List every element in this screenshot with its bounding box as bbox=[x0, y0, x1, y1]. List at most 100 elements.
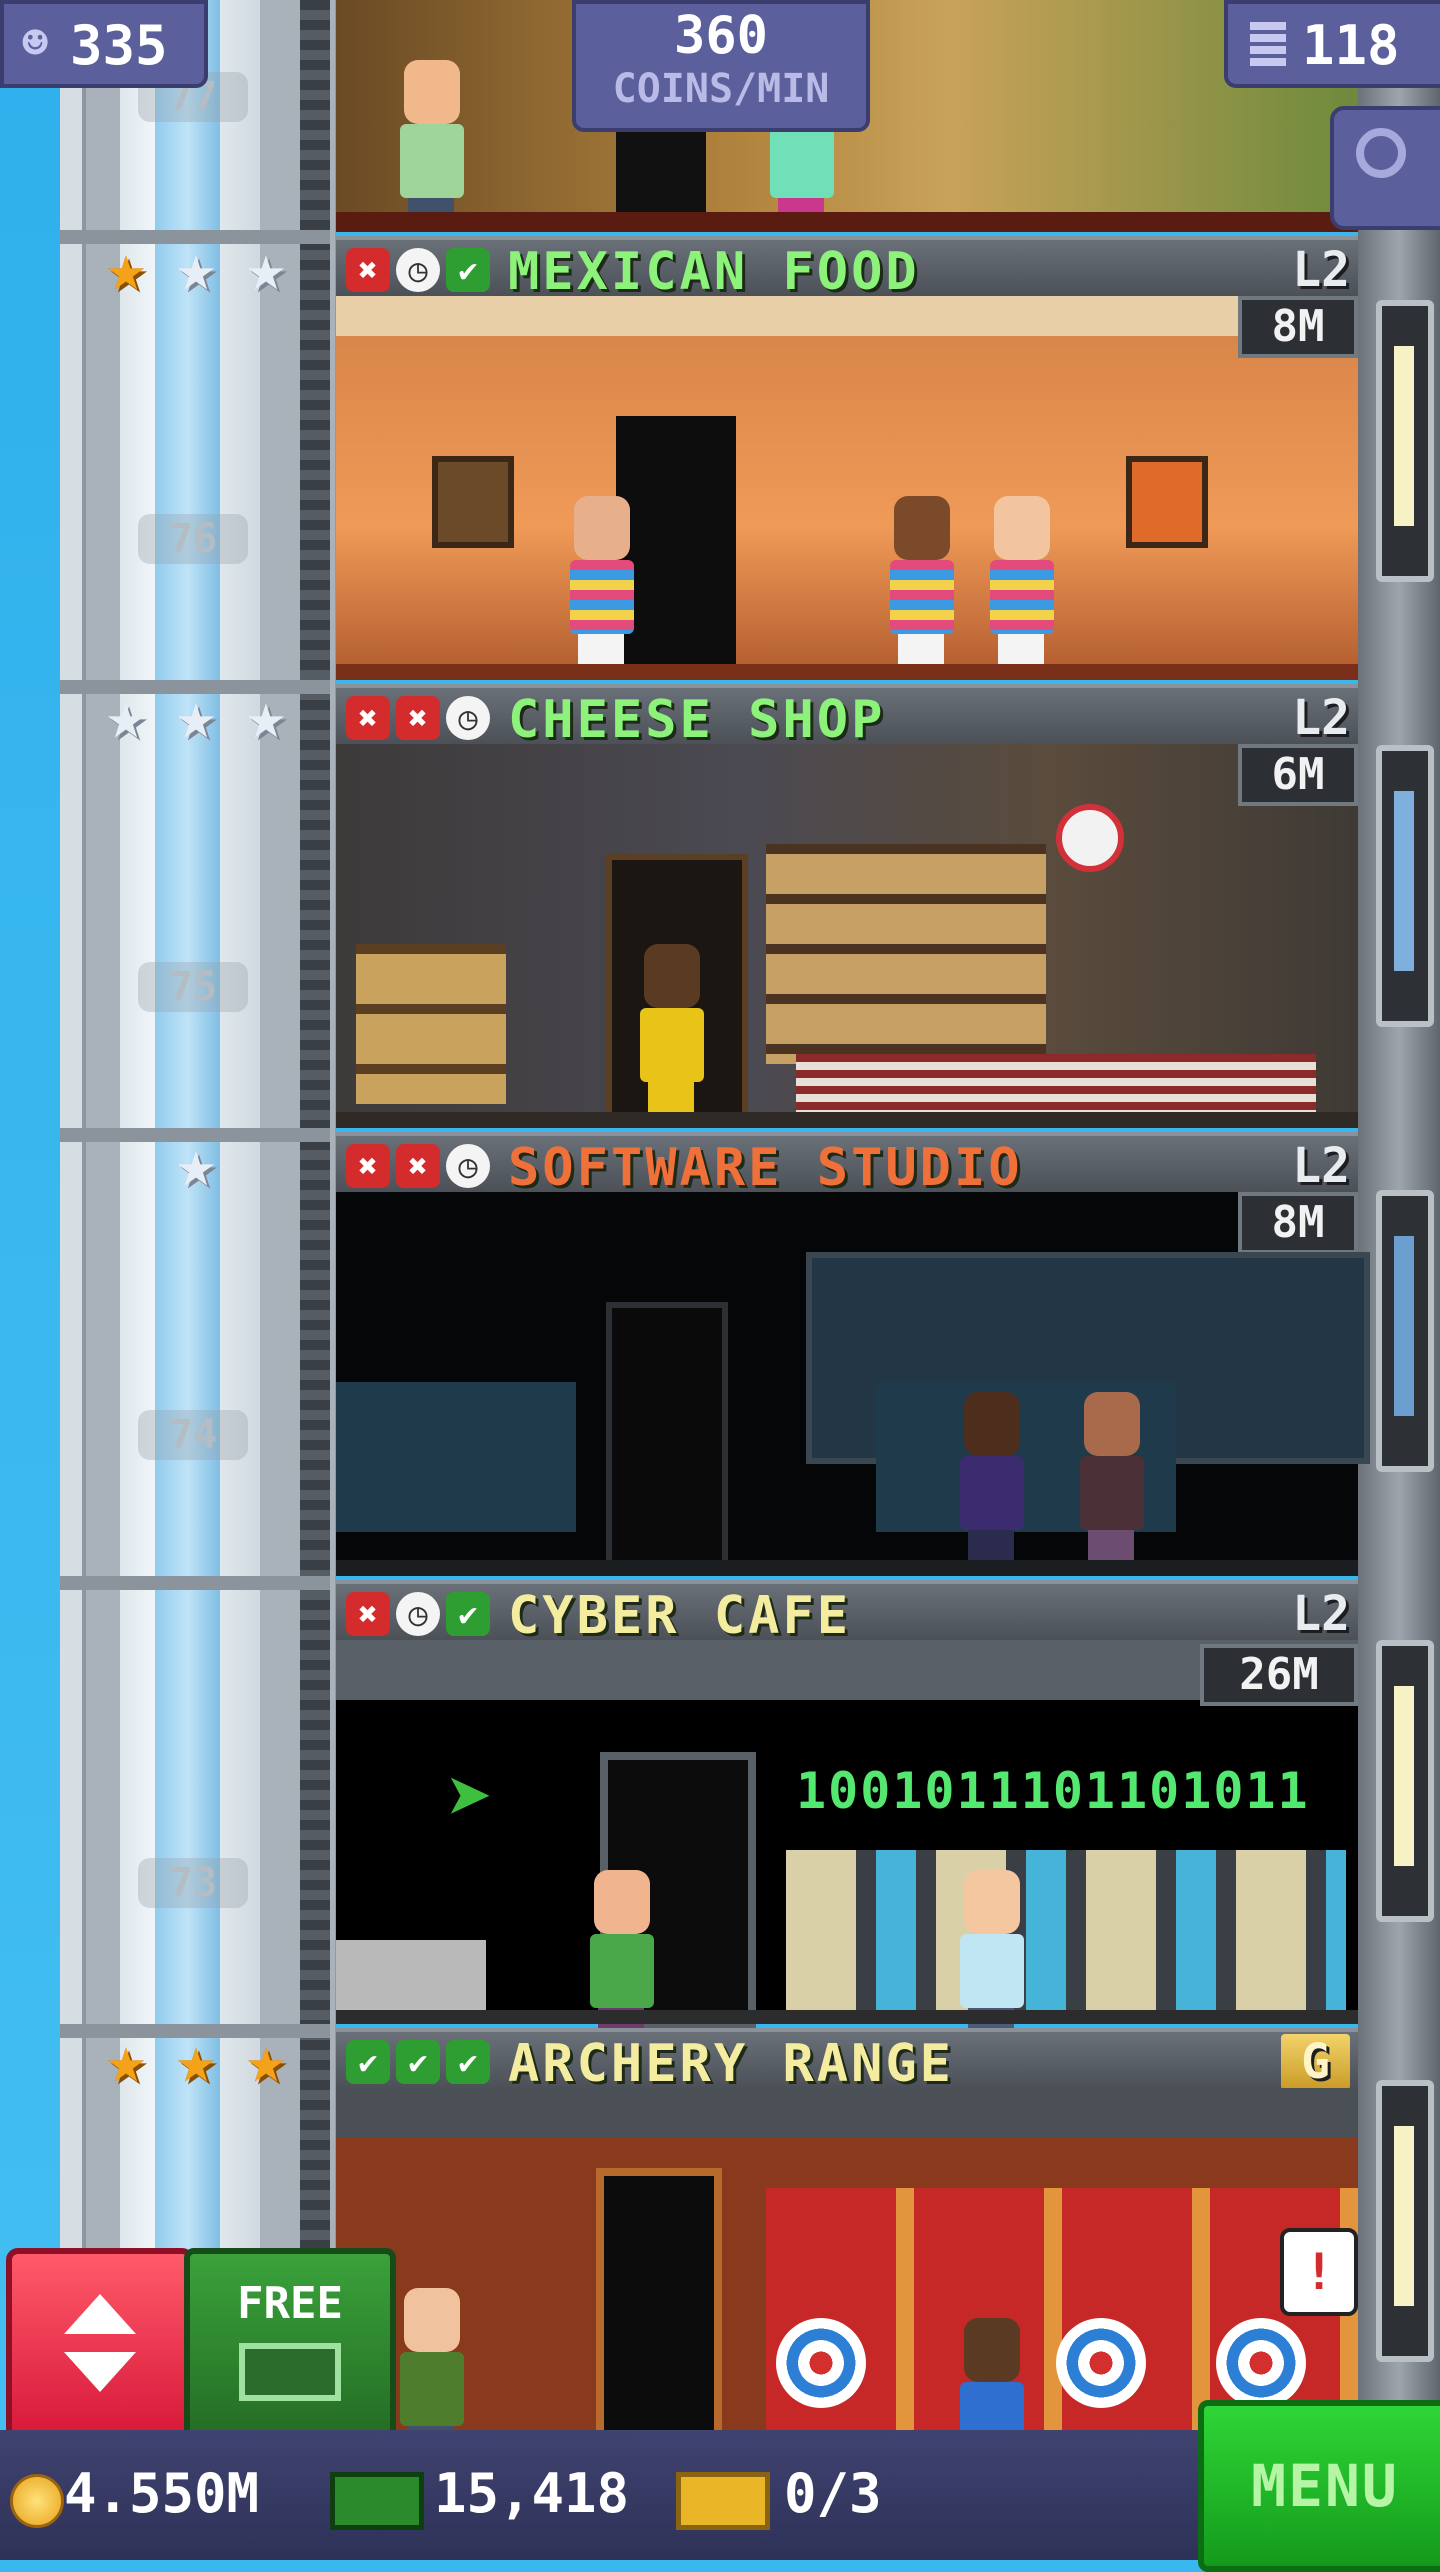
clock-icon: ◷ bbox=[396, 1592, 440, 1636]
shop-counter bbox=[796, 1054, 1316, 1114]
status-x-icon: ✖ bbox=[346, 248, 390, 292]
status-x-icon: ✖ bbox=[396, 696, 440, 740]
wall-painting bbox=[1126, 456, 1208, 548]
star-icon: ★ bbox=[106, 229, 146, 306]
status-x-icon: ✖ bbox=[346, 1144, 390, 1188]
room-mexican-food[interactable]: 8M bbox=[336, 296, 1358, 680]
floor-base bbox=[336, 1112, 1358, 1128]
elevator-button[interactable] bbox=[6, 2248, 194, 2440]
cafe-counter bbox=[336, 1940, 486, 2010]
coin-icon bbox=[10, 2474, 64, 2528]
wall-window bbox=[1376, 745, 1434, 1027]
clock-icon: ◷ bbox=[446, 1144, 490, 1188]
check-icon: ✔ bbox=[396, 2040, 440, 2084]
wall-painting bbox=[432, 456, 514, 548]
floor-label-cheese-shop[interactable]: ✖ ✖ ◷ CHEESE SHOP L2 bbox=[336, 684, 1358, 750]
restock-timer[interactable]: 8M bbox=[1238, 1192, 1358, 1254]
cheese-shelf bbox=[356, 944, 506, 1104]
wall-window bbox=[1376, 1640, 1434, 1922]
room-software-studio[interactable]: 8M bbox=[336, 1192, 1370, 1576]
restock-timer[interactable]: 6M bbox=[1238, 744, 1358, 806]
archery-target bbox=[776, 2318, 866, 2408]
star-icon: ★ bbox=[246, 677, 286, 754]
person-icon: ☻ bbox=[22, 18, 49, 69]
star-icon: ★ bbox=[246, 2021, 286, 2098]
floor-count-counter[interactable]: 118 bbox=[1224, 0, 1440, 88]
tower-resident[interactable] bbox=[886, 496, 956, 666]
floor-name: SOFTWARE STUDIO bbox=[508, 1138, 1023, 1198]
status-x-icon: ✖ bbox=[346, 1592, 390, 1636]
clock-icon: ◷ bbox=[446, 696, 490, 740]
floor-name: CHEESE SHOP bbox=[508, 690, 886, 750]
bux-icon bbox=[239, 2343, 341, 2401]
bux-value: 15,418 bbox=[434, 2462, 630, 2525]
floor-level: L2 bbox=[1292, 1138, 1350, 1194]
shaft-floor-number: 75 bbox=[138, 962, 248, 1012]
ticket-icon bbox=[676, 2472, 770, 2530]
floors-icon bbox=[1250, 22, 1286, 68]
room-doorway bbox=[616, 120, 706, 220]
check-icon: ✔ bbox=[346, 2040, 390, 2084]
check-icon: ✔ bbox=[446, 2040, 490, 2084]
floor-level: L2 bbox=[1292, 1586, 1350, 1642]
free-bux-button[interactable]: FREE bbox=[184, 2248, 396, 2440]
room-doorway bbox=[606, 1302, 728, 1576]
population-counter[interactable]: ☻ 335 bbox=[0, 0, 208, 88]
free-label: FREE bbox=[237, 2278, 343, 2329]
star-icon: ★ bbox=[176, 2021, 216, 2098]
floor-label-mexican-food[interactable]: ✖ ◷ ✔ MEXICAN FOOD L2 bbox=[336, 236, 1358, 302]
star-icon: ★ bbox=[106, 677, 146, 754]
population-value: 335 bbox=[70, 14, 168, 77]
floor-label-software-studio[interactable]: ✖ ✖ ◷ SOFTWARE STUDIO L2 bbox=[336, 1132, 1358, 1198]
tower-resident[interactable] bbox=[986, 496, 1056, 666]
floor-name: ARCHERY RANGE bbox=[508, 2034, 954, 2094]
shaft-floor-divider bbox=[60, 1576, 330, 1590]
floor-name: CYBER CAFE bbox=[508, 1586, 852, 1646]
tower-resident[interactable] bbox=[396, 60, 466, 230]
search-button[interactable] bbox=[1330, 106, 1440, 230]
archery-target bbox=[1056, 2318, 1146, 2408]
wall-window bbox=[1376, 300, 1434, 582]
status-x-icon: ✖ bbox=[346, 696, 390, 740]
star-icon: ★ bbox=[176, 1125, 216, 1202]
tower-resident[interactable] bbox=[956, 1392, 1026, 1562]
tower-resident[interactable] bbox=[636, 944, 706, 1114]
coins-rate-unit: COINS/MIN bbox=[612, 66, 830, 112]
shaft-track bbox=[300, 0, 330, 2560]
room-cyber-cafe[interactable]: 26M ➤ 1001011101101011 bbox=[336, 1640, 1358, 2040]
star-icon: ★ bbox=[106, 2021, 146, 2098]
binary-display: 1001011101101011 bbox=[796, 1762, 1310, 1820]
floor-base bbox=[336, 1560, 1358, 1576]
alert-speech-bubble-icon[interactable]: ! bbox=[1280, 2228, 1358, 2316]
floor-base bbox=[336, 2010, 1358, 2024]
cafe-computer-row bbox=[786, 1850, 1346, 2010]
sky-background bbox=[0, 0, 60, 2560]
menu-button[interactable]: MENU bbox=[1198, 2400, 1440, 2572]
star-icon: ★ bbox=[176, 229, 216, 306]
floor-level: L2 bbox=[1292, 242, 1350, 298]
tower-resident[interactable] bbox=[1076, 1392, 1146, 1562]
elevator-arrows-icon bbox=[64, 2294, 136, 2334]
elevator-arrows-icon bbox=[64, 2352, 136, 2392]
floor-count-value: 118 bbox=[1302, 14, 1400, 77]
tickets-value: 0/3 bbox=[784, 2462, 882, 2525]
restock-timer[interactable]: 8M bbox=[1238, 296, 1358, 358]
floor-label-archery-range[interactable]: ✔ ✔ ✔ ARCHERY RANGE G bbox=[336, 2028, 1358, 2094]
clock-icon: ◷ bbox=[396, 248, 440, 292]
room-archery-range[interactable]: ! bbox=[336, 2088, 1358, 2488]
status-x-icon: ✖ bbox=[396, 1144, 440, 1188]
wall-window bbox=[1376, 2080, 1434, 2362]
floor-label-cyber-cafe[interactable]: ✖ ◷ ✔ CYBER CAFE L2 bbox=[336, 1580, 1358, 1646]
cheese-shelf bbox=[766, 844, 1046, 1064]
room-cheese-shop[interactable]: 6M bbox=[336, 744, 1358, 1128]
coins-rate-panel: 360 COINS/MIN bbox=[572, 0, 870, 132]
shaft-floor-number: 74 bbox=[138, 1410, 248, 1460]
star-icon: ★ bbox=[176, 677, 216, 754]
restock-timer[interactable]: 26M bbox=[1200, 1644, 1358, 1706]
archery-target bbox=[1216, 2318, 1306, 2408]
star-icon: ★ bbox=[246, 229, 286, 306]
bux-icon bbox=[330, 2472, 424, 2530]
shaft-floor-number: 76 bbox=[138, 514, 248, 564]
tower-resident[interactable] bbox=[566, 496, 636, 666]
elevator-shaft-glass bbox=[155, 0, 220, 2560]
